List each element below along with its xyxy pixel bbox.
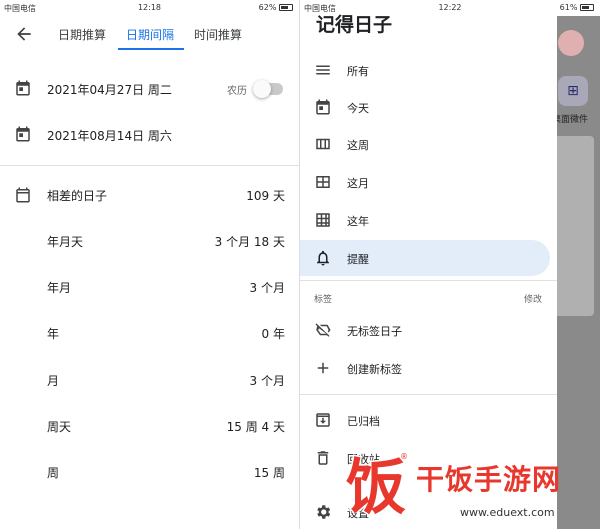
watermark-title: 干饭手游网 (416, 463, 562, 496)
menu-item-this-month[interactable]: 这月 (300, 164, 550, 200)
result-label: 周天 (47, 420, 72, 434)
tab-bar: 日期推算 日期间隔 时间推算 (0, 16, 299, 52)
battery-percent: 62% (258, 3, 277, 12)
result-label: 年月 (47, 281, 72, 295)
menu-label: 这周 (347, 139, 369, 152)
result-value: 109 天 (246, 189, 285, 203)
list-icon (316, 65, 330, 75)
calendar-day-icon (316, 99, 330, 115)
label-off-icon (315, 323, 331, 337)
result-label: 月 (47, 374, 60, 388)
tags-section-label: 标签 (314, 295, 333, 305)
menu-item-archive[interactable]: 已归档 (300, 402, 550, 438)
start-date-value[interactable]: 2021年04月27日 周二 (47, 81, 172, 98)
logo-char: 饭 (346, 453, 406, 523)
result-value: 15 周 4 天 (226, 420, 285, 434)
result-value: 3 个月 18 天 (214, 235, 285, 249)
menu-item-untagged[interactable]: 无标签日子 (300, 312, 550, 348)
status-bar: 中国电信 12:18 62% (0, 0, 299, 16)
background-card (554, 136, 594, 316)
calendar-week-icon (316, 138, 330, 150)
tab-date-interval[interactable]: 日期间隔 (126, 26, 174, 43)
toggle-knob (253, 80, 271, 98)
lunar-label: 农历 (227, 86, 247, 97)
drawer-title: 记得日子 (316, 14, 393, 36)
widget-icon: ⊞ (558, 76, 588, 106)
registered-mark: ® (400, 452, 408, 461)
calendar-icon (16, 80, 30, 96)
menu-label: 提醒 (347, 253, 369, 266)
result-value: 15 周 (253, 466, 285, 480)
clock: 12:18 (137, 3, 162, 12)
menu-label: 今天 (347, 102, 369, 115)
lunar-toggle[interactable] (253, 80, 283, 98)
status-right: 62% (259, 3, 293, 12)
divider (300, 394, 557, 395)
menu-item-this-week[interactable]: 这周 (300, 126, 550, 162)
menu-label: 无标签日子 (347, 325, 402, 338)
end-date-row[interactable]: 2021年08月14日 周六 (0, 112, 299, 158)
menu-item-create-tag[interactable]: 创建新标签 (300, 350, 550, 386)
trash-icon (317, 451, 329, 465)
menu-item-today[interactable]: 今天 (300, 89, 550, 125)
tab-date-calc[interactable]: 日期推算 (58, 26, 106, 43)
battery-icon (279, 4, 293, 11)
result-value: 3 个月 (249, 281, 285, 295)
end-date-value[interactable]: 2021年08月14日 周六 (47, 127, 172, 144)
menu-label: 所有 (347, 65, 369, 78)
calendar-icon (16, 126, 30, 142)
calendar-month-icon (316, 176, 330, 188)
active-tab-indicator (118, 48, 184, 50)
widget-label: 桌面微件 (552, 115, 589, 125)
divider (300, 280, 557, 281)
edit-tags-link[interactable]: 修改 (524, 292, 542, 305)
menu-item-reminders[interactable]: 提醒 (300, 240, 550, 276)
avatar (558, 30, 584, 56)
menu-label: 创建新标签 (347, 363, 402, 376)
divider (0, 165, 299, 166)
site-watermark: 饭 ® 干饭手游网 www.eduext.com (340, 448, 600, 529)
result-label: 年 (47, 327, 60, 341)
plus-icon (317, 362, 329, 374)
menu-item-all[interactable]: 所有 (300, 52, 550, 88)
tab-time-calc[interactable]: 时间推算 (194, 26, 242, 43)
result-label: 相差的日子 (47, 189, 108, 203)
watermark-url: www.eduext.com (460, 506, 555, 519)
menu-label: 这年 (347, 215, 369, 228)
result-label: 周 (47, 466, 60, 480)
gear-icon (317, 505, 331, 519)
archive-icon (316, 413, 330, 427)
start-date-row[interactable]: 2021年04月27日 周二 农历 (0, 66, 299, 112)
battery-icon (580, 4, 594, 11)
back-arrow-icon[interactable] (14, 24, 34, 44)
calendar-year-icon (316, 213, 330, 227)
menu-label: 这月 (347, 177, 369, 190)
result-value: 3 个月 (249, 374, 285, 388)
menu-label: 已归档 (347, 415, 380, 428)
result-label: 年月天 (47, 235, 84, 249)
date-interval-screen: 中国电信 12:18 62% 日期推算 日期间隔 时间推算 2021年04月27… (0, 0, 299, 529)
result-value: 0 年 (261, 327, 285, 341)
status-right: 61% (560, 3, 594, 12)
menu-item-this-year[interactable]: 这年 (300, 202, 550, 238)
bell-icon (317, 250, 329, 266)
calendar-outline-icon (16, 187, 30, 203)
battery-percent: 61% (559, 3, 578, 12)
